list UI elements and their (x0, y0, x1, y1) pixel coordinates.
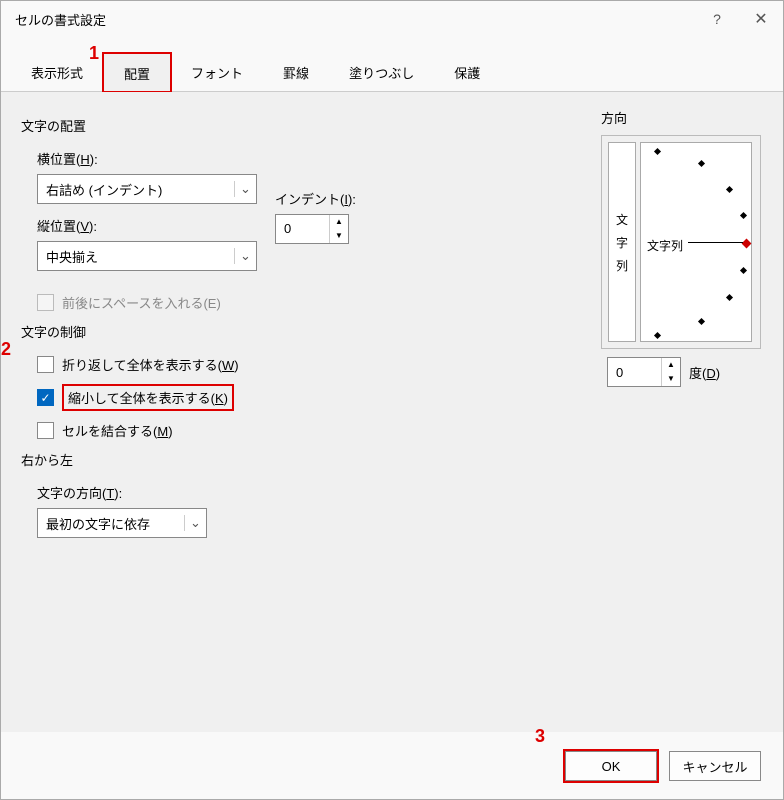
marker-3: 3 (535, 726, 545, 747)
indent-value: 0 (276, 221, 329, 236)
orientation-dial[interactable]: 文字列 (640, 142, 752, 342)
indent-spinner[interactable]: 0 ▲▼ (275, 214, 349, 244)
cancel-button[interactable]: キャンセル (669, 751, 761, 781)
degree-label: 度(D) (689, 363, 720, 382)
shrink-label: 縮小して全体を表示する(K) (62, 384, 234, 411)
dial-text: 文字列 (647, 237, 683, 254)
spin-down-icon[interactable]: ▼ (330, 229, 348, 243)
degree-value: 0 (608, 365, 661, 380)
direction-combo[interactable]: 最初の文字に依存 ⌄ (37, 508, 207, 538)
rtl-group-label: 右から左 (21, 450, 763, 469)
degree-spinner[interactable]: 0 ▲▼ (607, 357, 681, 387)
merge-checkbox[interactable] (37, 422, 54, 439)
vertical-text-button[interactable]: 文 字 列 (608, 142, 636, 342)
direction-value: 最初の文字に依存 (38, 514, 184, 533)
marker-2: 2 (1, 339, 11, 360)
shrink-checkbox[interactable]: ✓ (37, 389, 54, 406)
tab-border[interactable]: 罫線 (263, 53, 329, 91)
chevron-down-icon[interactable]: ⌄ (184, 515, 206, 531)
space-label: 前後にスペースを入れる(E) (62, 293, 221, 312)
chevron-down-icon[interactable]: ⌄ (234, 181, 256, 197)
spin-up-icon[interactable]: ▲ (330, 215, 348, 229)
horizontal-value: 右詰め (インデント) (38, 180, 234, 199)
ok-button[interactable]: OK (565, 751, 657, 781)
tab-fill[interactable]: 塗りつぶし (329, 53, 434, 91)
dialog-title: セルの書式設定 (15, 10, 695, 29)
tab-alignment[interactable]: 配置 (103, 53, 171, 92)
tab-protection[interactable]: 保護 (434, 53, 500, 91)
close-button[interactable]: ✕ (739, 9, 783, 29)
horizontal-combo[interactable]: 右詰め (インデント) ⌄ (37, 174, 257, 204)
merge-label: セルを結合する(M) (62, 421, 173, 440)
vertical-label: 縦位置(V): (37, 216, 257, 235)
spin-up-icon[interactable]: ▲ (662, 358, 680, 372)
tab-bar: 表示形式 配置 フォント 罫線 塗りつぶし 保護 (1, 53, 783, 92)
vertical-combo[interactable]: 中央揃え ⌄ (37, 241, 257, 271)
indent-label: インデント(I): (275, 189, 356, 208)
wrap-label: 折り返して全体を表示する(W) (62, 355, 239, 374)
space-checkbox (37, 294, 54, 311)
marker-1: 1 (89, 43, 99, 64)
horizontal-label: 横位置(H): (37, 149, 257, 168)
orientation-label: 方向 (601, 108, 761, 127)
chevron-down-icon[interactable]: ⌄ (234, 248, 256, 264)
vertical-value: 中央揃え (38, 247, 234, 266)
spin-down-icon[interactable]: ▼ (662, 372, 680, 386)
titlebar: セルの書式設定 ? ✕ (1, 1, 783, 37)
help-button[interactable]: ? (695, 11, 739, 27)
direction-label: 文字の方向(T): (37, 483, 763, 502)
tab-font[interactable]: フォント (171, 53, 263, 91)
wrap-checkbox[interactable] (37, 356, 54, 373)
